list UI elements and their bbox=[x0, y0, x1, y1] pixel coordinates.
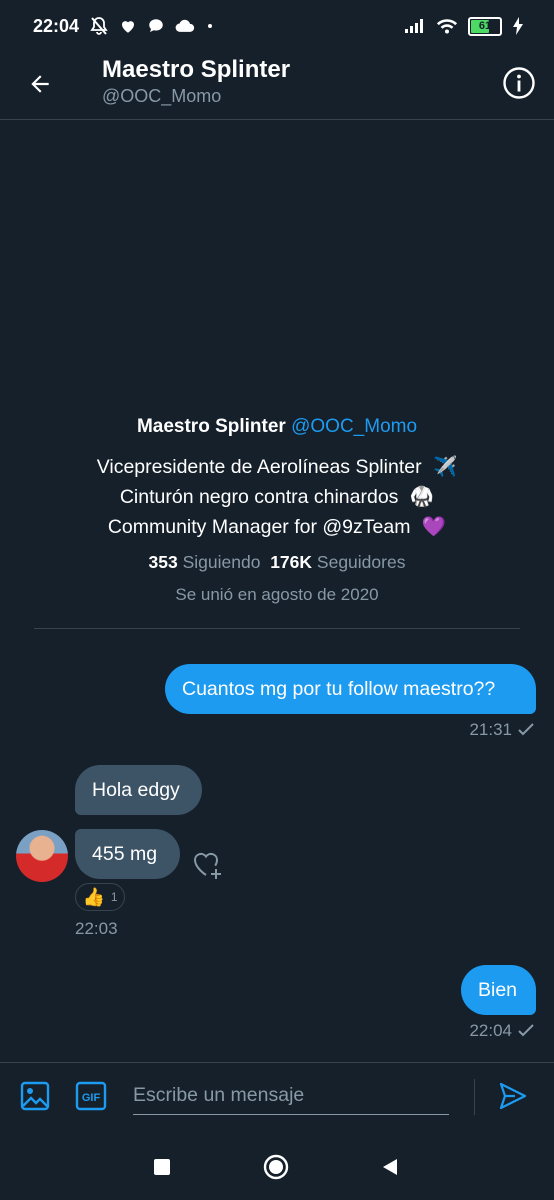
sent-check-icon bbox=[518, 723, 534, 736]
home-button[interactable] bbox=[261, 1152, 291, 1182]
status-left: 22:04 bbox=[33, 16, 215, 37]
heart-plus-icon bbox=[193, 852, 221, 879]
triangle-back-icon bbox=[383, 1159, 397, 1175]
message-composer: GIF Escribe un mensaje bbox=[0, 1062, 554, 1134]
avatar[interactable] bbox=[16, 830, 68, 882]
message-bubble-incoming[interactable]: 455 mg bbox=[75, 829, 180, 879]
profile-handle: @OOC_Momo bbox=[291, 416, 418, 437]
recents-button[interactable] bbox=[147, 1152, 177, 1182]
conversation-handle: @OOC_Momo bbox=[102, 86, 222, 106]
status-bar: 22:04 61 bbox=[0, 0, 554, 52]
status-right: 61 bbox=[404, 16, 524, 36]
message-text: Bien bbox=[478, 978, 518, 1001]
heart-icon bbox=[122, 21, 135, 33]
wifi-icon bbox=[436, 19, 458, 34]
battery-icon: 61 bbox=[468, 16, 502, 36]
react-button[interactable] bbox=[190, 846, 226, 882]
message-bubble-incoming[interactable]: Hola edgy bbox=[75, 765, 202, 815]
sent-check-icon bbox=[518, 1024, 534, 1037]
add-photo-button[interactable] bbox=[18, 1079, 52, 1113]
send-button[interactable] bbox=[496, 1079, 530, 1113]
bio-line: Community Manager for @9zTeam 💜 bbox=[0, 512, 554, 542]
image-icon bbox=[20, 1081, 50, 1111]
divider bbox=[474, 1079, 475, 1115]
system-navigation-bar bbox=[0, 1134, 554, 1200]
message-input[interactable]: Escribe un mensaje bbox=[133, 1077, 449, 1115]
message-timestamp: 22:03 bbox=[75, 919, 118, 938]
message-bubble-outgoing[interactable]: Cuantos mg por tu follow maestro?? bbox=[165, 664, 536, 714]
home-circle-icon bbox=[263, 1154, 289, 1180]
info-button[interactable] bbox=[500, 64, 538, 102]
back-button[interactable] bbox=[20, 64, 60, 104]
bio-line: Vicepresidente de Aerolíneas Splinter ✈️ bbox=[0, 452, 554, 482]
joined-date: Se unió en agosto de 2020 bbox=[175, 585, 379, 604]
thumbs-up-emoji: 👍 bbox=[82, 886, 105, 907]
gif-icon: GIF bbox=[75, 1081, 107, 1111]
purple-heart-emoji: 💜 bbox=[421, 516, 447, 538]
airplane-emoji: ✈️ bbox=[433, 456, 458, 478]
conversation-header: Maestro Splinter @OOC_Momo bbox=[0, 52, 554, 120]
cloud-icon bbox=[175, 19, 195, 32]
followers-stat[interactable]: 176K Seguidores bbox=[270, 552, 405, 572]
send-icon bbox=[499, 1082, 527, 1110]
svg-text:GIF: GIF bbox=[82, 1092, 101, 1104]
reaction-count: 1 bbox=[110, 890, 118, 904]
charging-icon bbox=[513, 17, 523, 35]
message-timestamp: 22:04 bbox=[469, 1021, 534, 1041]
profile-name-row[interactable]: Maestro Splinter @OOC_Momo bbox=[0, 416, 554, 438]
status-time: 22:04 bbox=[33, 15, 80, 36]
divider bbox=[34, 628, 520, 629]
profile-summary: Maestro Splinter @OOC_Momo Vicepresident… bbox=[0, 416, 554, 605]
reaction-badge[interactable]: 👍 1 bbox=[75, 883, 125, 911]
back-arrow-icon bbox=[31, 75, 49, 93]
add-gif-button[interactable]: GIF bbox=[74, 1079, 108, 1113]
following-stat[interactable]: 353 Siguiendo bbox=[149, 552, 261, 572]
signal-icon bbox=[405, 19, 423, 33]
martial-arts-emoji: 🥋 bbox=[409, 486, 435, 508]
mute-icon bbox=[90, 17, 108, 35]
message-timestamp: 21:31 bbox=[469, 720, 534, 740]
profile-bio: Vicepresidente de Aerolíneas Splinter ✈️… bbox=[0, 452, 554, 542]
message-text: Cuantos mg por tu follow maestro?? bbox=[182, 677, 496, 700]
battery-level: 61 bbox=[478, 20, 492, 32]
message-text: 455 mg bbox=[92, 842, 158, 865]
profile-stats: 353 Siguiendo 176K Seguidores bbox=[0, 552, 554, 573]
message-bubble-outgoing[interactable]: Bien bbox=[461, 965, 536, 1015]
profile-name: Maestro Splinter bbox=[136, 416, 286, 437]
message-text: Hola edgy bbox=[92, 778, 180, 801]
square-icon bbox=[154, 1159, 170, 1175]
info-icon bbox=[503, 67, 535, 99]
conversation-title: Maestro Splinter bbox=[102, 56, 291, 83]
dot-icon bbox=[208, 24, 213, 28]
chat-icon bbox=[149, 19, 163, 32]
back-nav-button[interactable] bbox=[375, 1152, 405, 1182]
bio-line: Cinturón negro contra chinardos 🥋 bbox=[0, 482, 554, 512]
